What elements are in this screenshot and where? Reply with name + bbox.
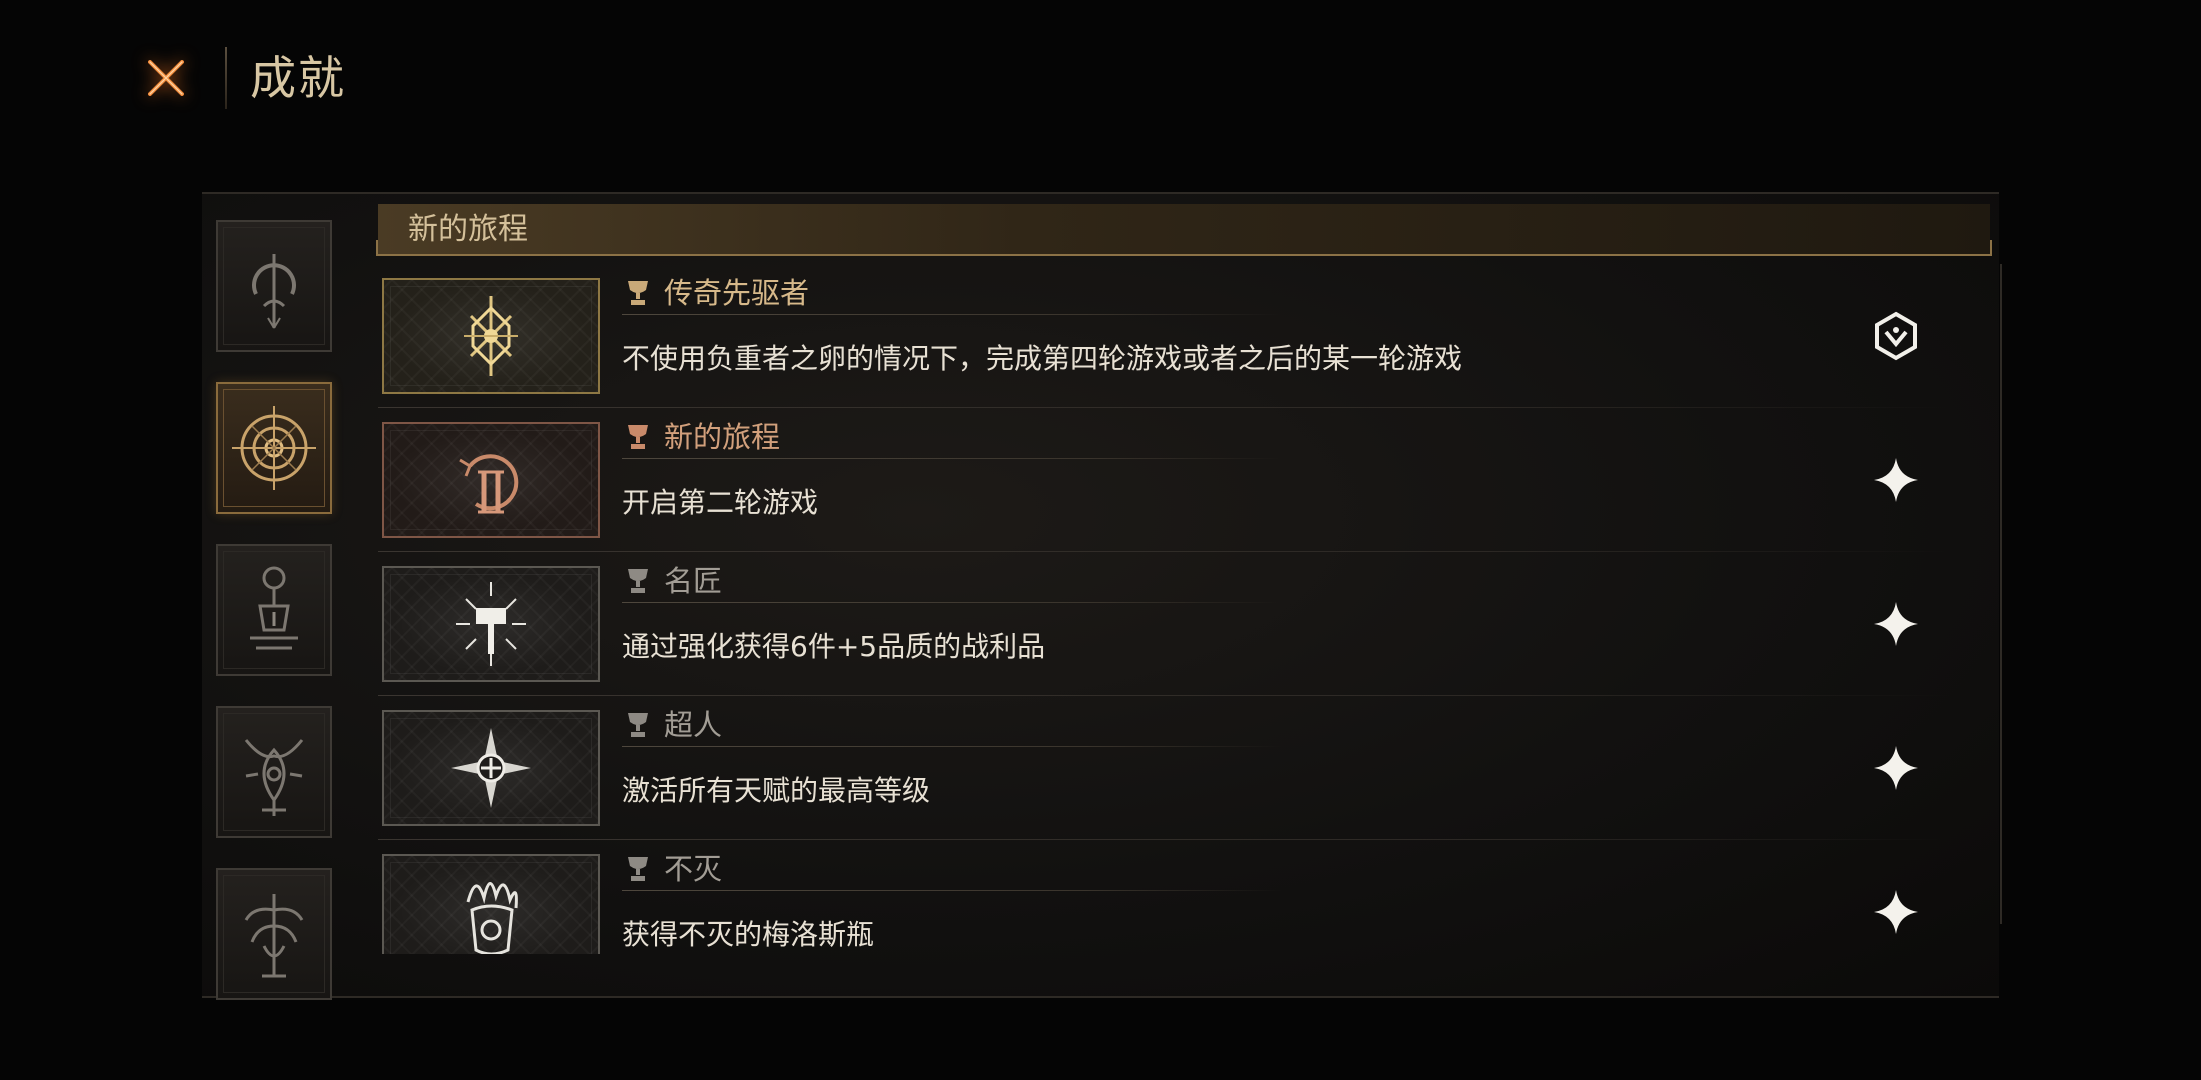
category-tab-1[interactable] <box>216 220 332 352</box>
roman-two-rune-icon <box>459 454 519 514</box>
achievement-badge <box>382 710 600 826</box>
scrollbar-track[interactable] <box>2000 264 2002 924</box>
title-underline <box>622 458 1282 459</box>
flame-flask-icon <box>466 882 518 954</box>
sparkle-icon <box>1874 890 1918 934</box>
title-underline <box>622 746 1282 747</box>
section-title: 新的旅程 <box>408 212 528 247</box>
arch-sigil-icon <box>252 254 296 329</box>
title-underline <box>622 602 1282 603</box>
page-title: 成就 <box>250 51 346 105</box>
sparkle-icon <box>1874 458 1918 502</box>
trophy-icon <box>628 425 648 449</box>
tree-crest-icon <box>244 894 304 978</box>
close-button[interactable] <box>138 50 194 106</box>
status-indicator <box>1868 308 1924 364</box>
achievement-list[interactable]: 传奇先驱者 不使用负重者之卵的情况下，完成第四轮游戏或者之后的某一轮游戏 新的旅… <box>378 264 1990 954</box>
category-tab-5[interactable] <box>216 868 332 1000</box>
category-tab-4[interactable] <box>216 706 332 838</box>
trophy-icon <box>628 713 648 737</box>
achievement-row[interactable]: 新的旅程 开启第二轮游戏 <box>378 408 1990 552</box>
category-tab-2[interactable] <box>216 382 332 514</box>
achievements-screen: 成就 新的旅程 传奇先驱者 不使用负重者之卵的情况下，完成第四轮游戏或者之后的某… <box>0 0 2201 1080</box>
achievement-description: 通过强化获得6件+5品质的战利品 <box>622 630 1046 663</box>
status-indicator <box>1868 740 1924 796</box>
achievement-row[interactable]: 超人 激活所有天赋的最高等级 <box>378 696 1990 840</box>
status-indicator <box>1868 884 1924 940</box>
achievement-title: 不灭 <box>664 852 723 886</box>
title-underline <box>622 890 1282 891</box>
achievement-title: 传奇先驱者 <box>664 276 810 310</box>
achievement-description: 不使用负重者之卵的情况下，完成第四轮游戏或者之后的某一轮游戏 <box>622 342 1463 375</box>
hex-emblem-icon <box>1875 311 1917 361</box>
achievement-description: 激活所有天赋的最高等级 <box>622 774 931 807</box>
status-indicator <box>1868 596 1924 652</box>
status-indicator <box>1868 452 1924 508</box>
corner-ornament-right <box>1976 240 1992 256</box>
achievement-badge <box>382 422 600 538</box>
category-tab-3[interactable] <box>216 544 332 676</box>
achievement-title: 新的旅程 <box>664 420 781 454</box>
achievement-row[interactable]: 传奇先驱者 不使用负重者之卵的情况下，完成第四轮游戏或者之后的某一轮游戏 <box>378 264 1990 408</box>
corner-ornament-left <box>376 240 392 256</box>
sparkle-icon <box>1874 602 1918 646</box>
header-divider <box>225 47 227 109</box>
trophy-icon <box>628 281 648 305</box>
trophy-icon <box>628 569 648 593</box>
radiant-hammer-icon <box>456 582 526 666</box>
achievement-row[interactable]: 名匠 通过强化获得6件+5品质的战利品 <box>378 552 1990 696</box>
achievement-badge <box>382 566 600 682</box>
compass-star-icon <box>451 728 531 808</box>
trophy-icon <box>628 857 648 881</box>
title-underline <box>622 314 1282 315</box>
achievement-title: 超人 <box>664 708 723 742</box>
horned-crest-icon <box>244 739 304 816</box>
target-rune-icon <box>232 406 316 490</box>
sunburst-rune-icon <box>464 296 518 376</box>
achievement-badge <box>382 278 600 394</box>
achievement-description: 获得不灭的梅洛斯瓶 <box>622 918 875 951</box>
achievement-title: 名匠 <box>664 564 723 598</box>
lantern-rune-icon <box>250 566 298 650</box>
close-x-icon <box>148 60 184 96</box>
achievement-description: 开启第二轮游戏 <box>622 486 819 519</box>
achievement-badge <box>382 854 600 954</box>
sparkle-icon <box>1874 746 1918 790</box>
section-header: 新的旅程 <box>376 204 1992 256</box>
achievement-row[interactable]: 不灭 获得不灭的梅洛斯瓶 <box>378 840 1990 954</box>
